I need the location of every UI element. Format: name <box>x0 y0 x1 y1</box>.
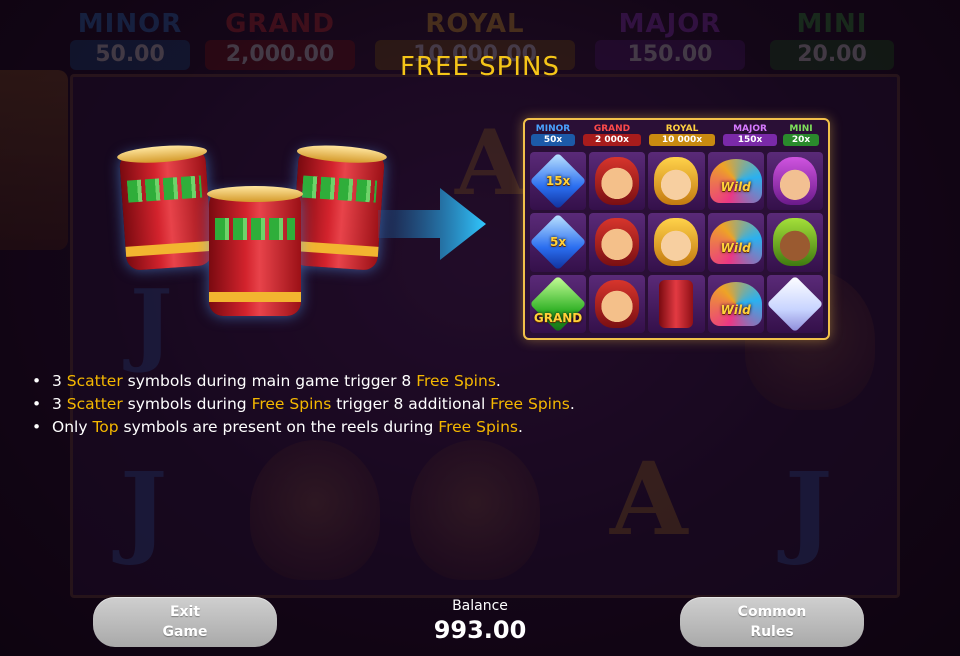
white-gem-symbol <box>766 274 823 333</box>
highlight-term: Scatter <box>66 372 123 390</box>
common-rules-button[interactable]: Common Rules <box>680 597 864 647</box>
rule-item: • Only Top symbols are present on the ree… <box>32 418 523 436</box>
drum-icon <box>119 149 213 271</box>
green-dancer-symbol <box>766 213 823 272</box>
rule-text: . <box>517 418 523 436</box>
gold-dancer-symbol <box>648 213 705 272</box>
arrow-right-icon <box>378 188 486 260</box>
highlight-term: Free Spins <box>251 395 332 413</box>
preview-jackpot-bar: MINOR 50x GRAND 2 000x ROYAL 10 000x MAJ… <box>525 122 828 152</box>
purple-dancer-symbol <box>766 152 823 211</box>
rule-text: symbols during main game trigger 8 <box>122 372 417 390</box>
rule-text: . <box>569 395 575 413</box>
balance-amount: 993.00 <box>433 616 527 644</box>
drum-icon <box>207 186 303 316</box>
blue-gem-symbol: 5x <box>530 213 587 272</box>
red-dancer-symbol <box>589 152 646 211</box>
rule-text: 3 <box>52 395 67 413</box>
green-gem-symbol: GRAND <box>530 274 587 333</box>
exit-game-button[interactable]: Exit Game <box>93 597 277 647</box>
rule-text: . <box>495 372 501 390</box>
rule-text: 3 <box>52 372 67 390</box>
preview-jackpot-major: MAJOR 150x <box>723 124 777 146</box>
blue-gem-symbol: 15x <box>530 152 587 211</box>
free-spins-reel-preview: MINOR 50x GRAND 2 000x ROYAL 10 000x MAJ… <box>523 118 830 340</box>
rule-item: • 3 Scatter symbols during Free Spins tri… <box>32 395 575 413</box>
wild-symbol: Wild <box>707 152 764 211</box>
red-dancer-symbol <box>589 274 646 333</box>
rule-text: symbols during <box>122 395 252 413</box>
preview-jackpot-mini: MINI 20x <box>783 124 819 146</box>
preview-jackpot-grand: GRAND 2 000x <box>583 124 641 146</box>
rules-list: • 3 Scatter symbols during main game trig… <box>30 370 575 439</box>
scatter-drums-illustration <box>105 130 395 320</box>
preview-jackpot-minor: MINOR 50x <box>531 124 575 146</box>
rule-text: symbols are present on the reels during <box>118 418 439 436</box>
balance-label: Balance <box>452 598 508 614</box>
drum-symbol <box>648 274 705 333</box>
drum-icon <box>291 149 385 271</box>
wild-symbol: Wild <box>707 213 764 272</box>
preview-jackpot-royal: ROYAL 10 000x <box>649 124 715 146</box>
rule-item: • 3 Scatter symbols during main game trig… <box>32 372 501 390</box>
balance-display: Balance 993.00 <box>380 597 580 645</box>
gold-dancer-symbol <box>648 152 705 211</box>
highlight-term: Free Spins <box>490 395 570 413</box>
rule-text: Only <box>52 418 93 436</box>
highlight-term: Free Spins <box>416 372 496 390</box>
rule-text: trigger 8 additional <box>331 395 491 413</box>
red-dancer-symbol <box>589 213 646 272</box>
highlight-term: Free Spins <box>438 418 518 436</box>
page-title: FREE SPINS <box>400 52 560 82</box>
wild-symbol: Wild <box>707 274 764 333</box>
highlight-term: Top <box>92 418 119 436</box>
preview-reel-grid: 15x Wild 5x Wild GRAND Wild <box>530 152 823 333</box>
highlight-term: Scatter <box>66 395 123 413</box>
